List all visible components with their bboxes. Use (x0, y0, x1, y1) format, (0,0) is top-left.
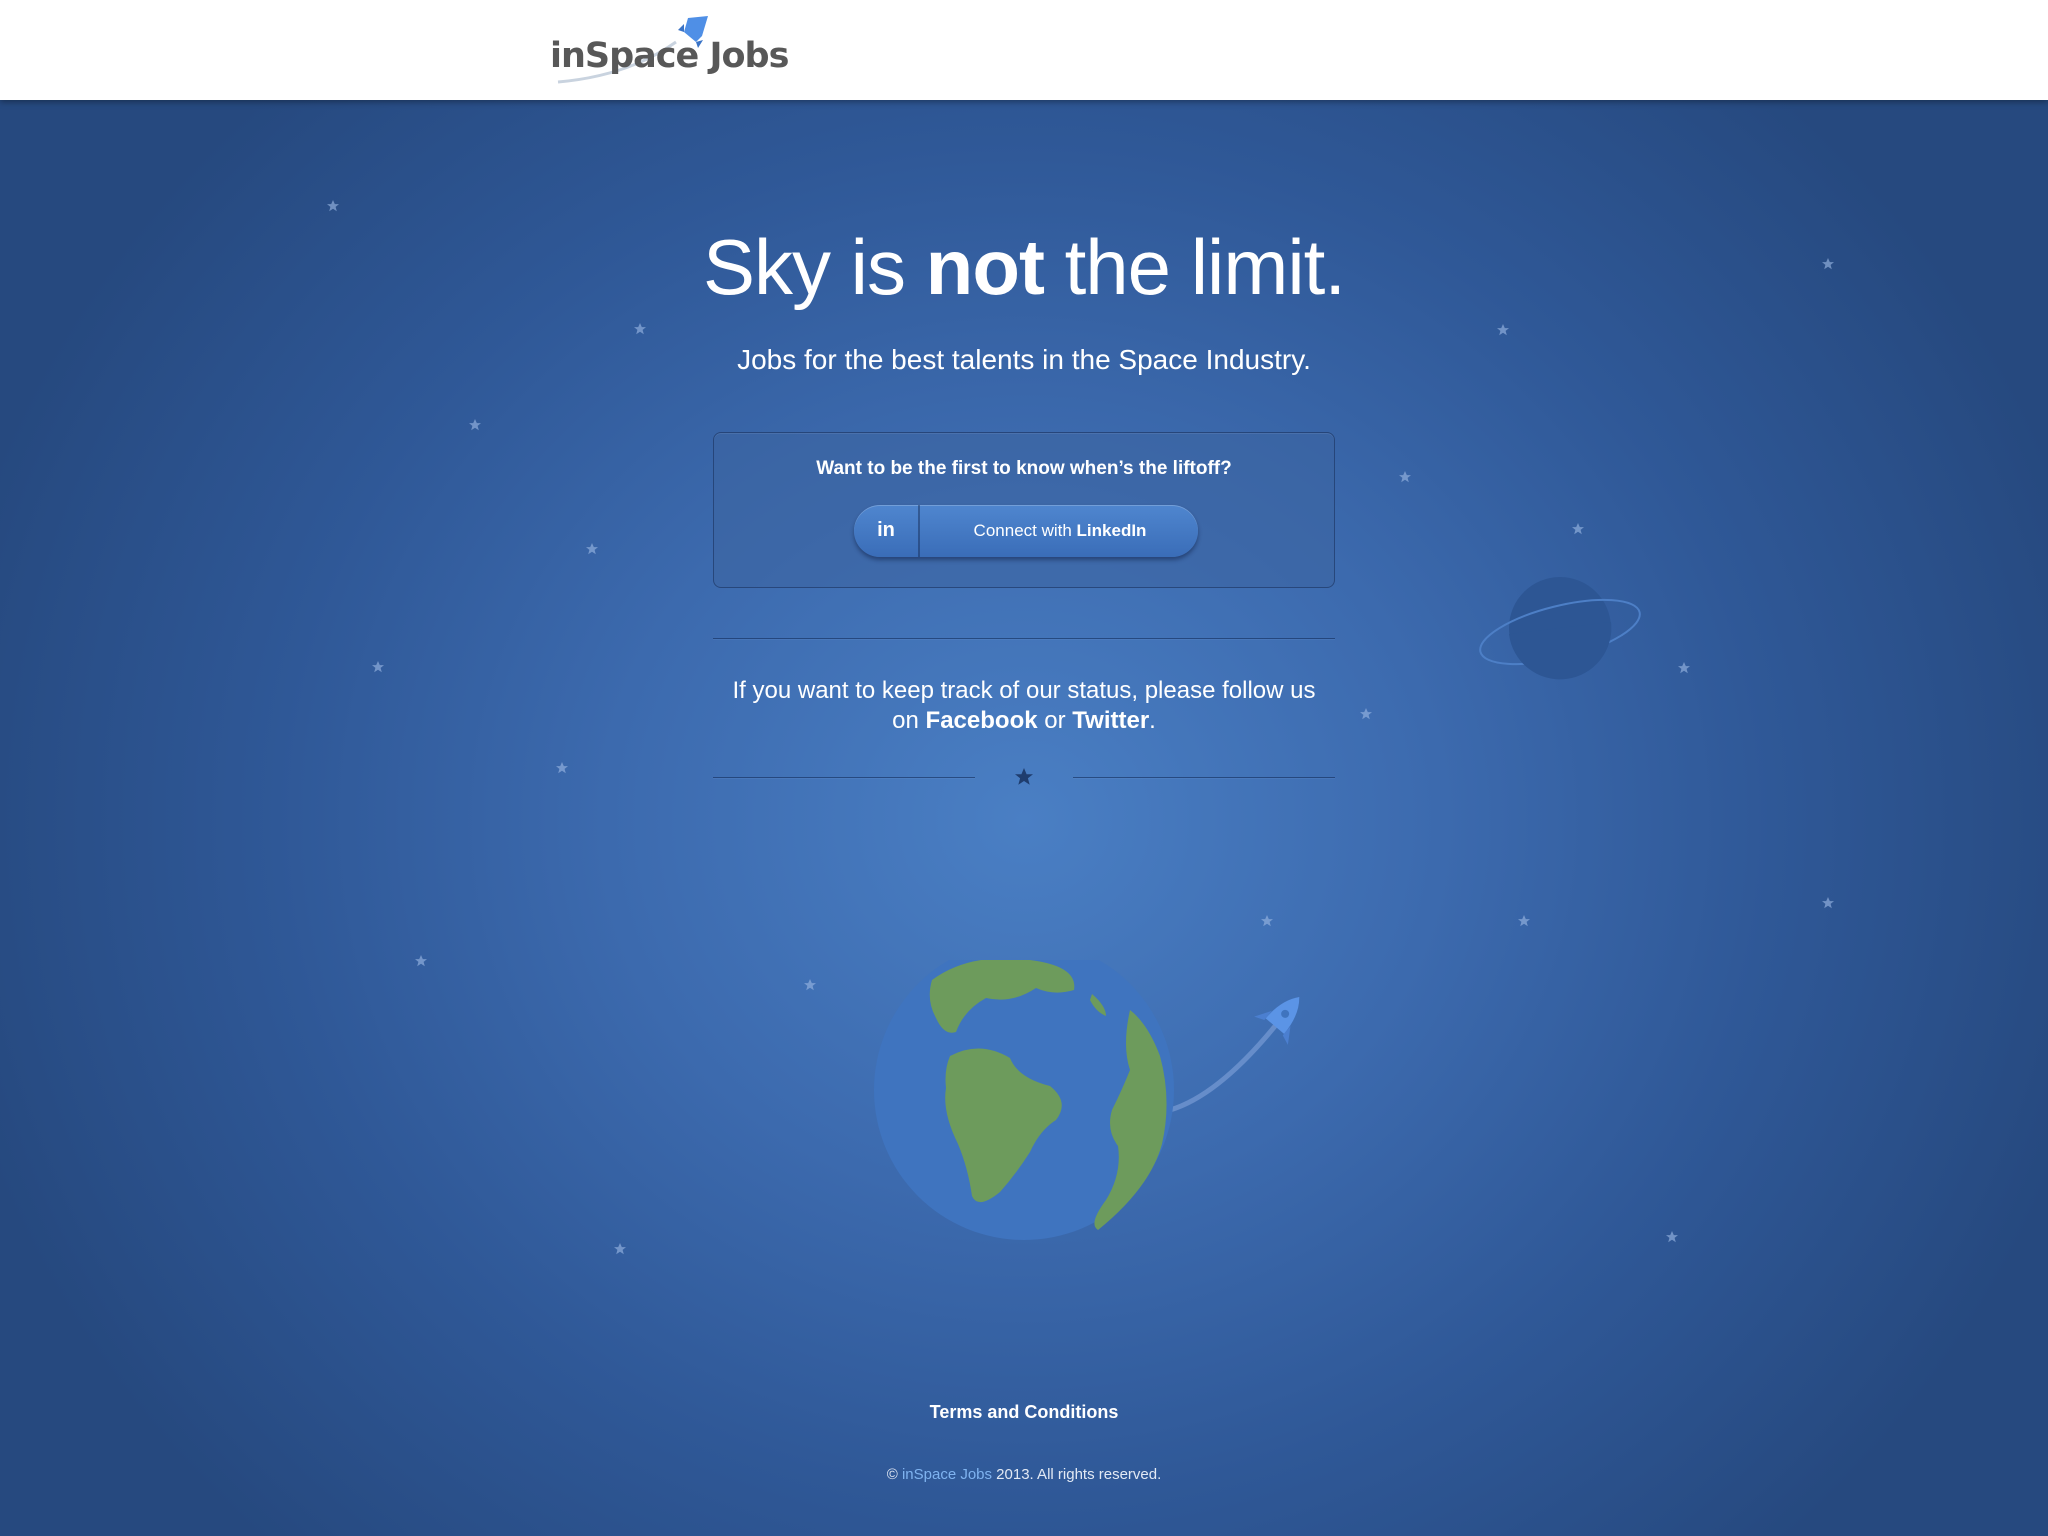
twitter-link[interactable]: Twitter (1072, 707, 1149, 734)
star-icon (1497, 324, 1509, 336)
earth-illustration (874, 960, 1300, 1240)
divider-left (713, 777, 975, 778)
linkedin-button-label: Connect with LinkedIn (922, 505, 1198, 557)
linkedin-button-prefix: Connect with (973, 521, 1077, 540)
star-icon (634, 323, 646, 335)
star-icon (614, 1243, 626, 1255)
hero-headline: Sky is not the limit. (0, 222, 2048, 313)
follow-suffix: . (1149, 707, 1156, 734)
follow-line-1: If you want to keep track of our status,… (732, 677, 1316, 704)
terms-link[interactable]: Terms and Conditions (930, 1402, 1119, 1422)
star-icon (1518, 915, 1530, 927)
headline-part-1: Sky is (702, 223, 926, 311)
follow-us-text: If you want to keep track of our status,… (0, 676, 2048, 736)
top-bar: inSpace Jobs (0, 0, 2048, 100)
star-icon (1399, 471, 1411, 483)
star-icon (415, 955, 427, 967)
star-icon (327, 200, 339, 212)
divider-top (713, 638, 1335, 639)
follow-line-2: on Facebook or Twitter. (0, 706, 2048, 736)
star-icon (1261, 915, 1273, 927)
inspace-jobs-logo[interactable]: inSpace Jobs (548, 14, 789, 88)
copyright-brand-link[interactable]: inSpace Jobs (902, 1466, 992, 1483)
linkedin-button-bold: LinkedIn (1076, 521, 1147, 540)
star-icon (804, 979, 816, 991)
signup-panel: Want to be the first to know when’s the … (713, 432, 1335, 588)
rocket-icon (1254, 997, 1300, 1045)
follow-middle: or (1037, 707, 1073, 734)
star-icon (586, 543, 598, 555)
divider-star-icon (1015, 768, 1033, 785)
star-icon (469, 419, 481, 431)
linkedin-icon: in (854, 505, 920, 557)
hero-subtitle: Jobs for the best talents in the Space I… (737, 344, 1311, 375)
planet-icon (1479, 577, 1641, 680)
star-icon (1822, 897, 1834, 909)
star-icon (372, 661, 384, 673)
follow-prefix: on (892, 707, 926, 734)
headline-bold: not (925, 223, 1045, 311)
cta-question: Want to be the first to know when’s the … (816, 458, 1232, 479)
terms-and-conditions-link: Terms and Conditions (0, 1402, 2048, 1423)
copyright: © inSpace Jobs 2013. All rights reserved… (0, 1466, 2048, 1483)
facebook-link[interactable]: Facebook (926, 707, 1038, 734)
logo-text: inSpace Jobs (550, 36, 789, 76)
divider-right (1073, 777, 1335, 778)
copyright-symbol: © (886, 1466, 898, 1483)
connect-linkedin-button[interactable]: in Connect with LinkedIn (854, 505, 1198, 557)
headline-part-2: the limit. (1043, 223, 1346, 311)
copyright-text: 2013. All rights reserved. (992, 1466, 1162, 1483)
star-icon (1678, 662, 1690, 674)
star-icon (556, 762, 568, 774)
star-icon (1572, 523, 1584, 535)
star-icon (1666, 1231, 1678, 1243)
